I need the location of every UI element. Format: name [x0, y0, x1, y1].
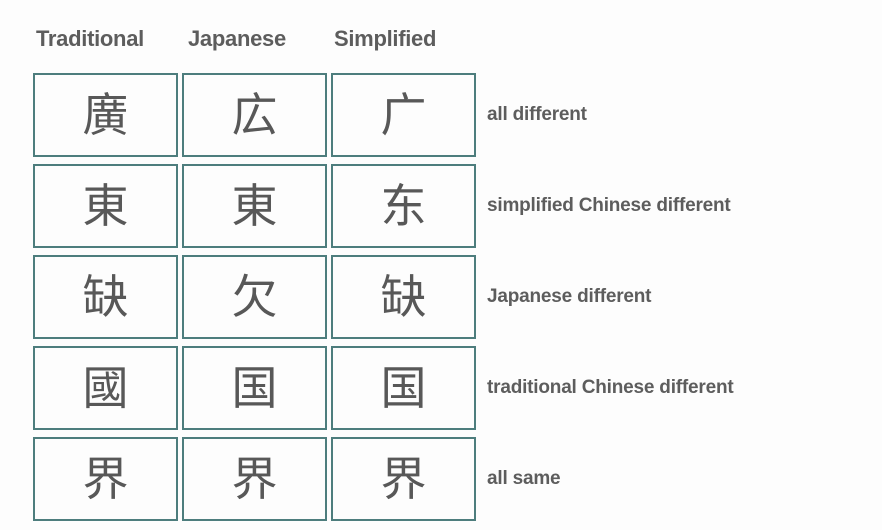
row-annotation-label: all different [487, 104, 587, 125]
character-grid: 廣 広 广 all different 東 東 东 simplified Chi… [33, 71, 734, 523]
character-glyph: 東 [82, 179, 129, 233]
row-annotation-label: Japanese different [487, 286, 652, 307]
cell-traditional: 界 [33, 437, 178, 521]
cell-simplified: 国 [331, 346, 476, 430]
table-row: 界 界 界 all same [33, 435, 734, 523]
cell-simplified: 缺 [331, 255, 476, 339]
table-row: 缺 欠 缺 Japanese different [33, 253, 734, 341]
character-glyph: 缺 [380, 270, 427, 324]
character-glyph: 東 [231, 179, 278, 233]
character-glyph: 东 [380, 179, 427, 233]
cell-japanese: 広 [182, 73, 327, 157]
cell-japanese: 東 [182, 164, 327, 248]
character-glyph: 廣 [82, 88, 129, 142]
column-headers: Traditional Japanese Simplified [36, 24, 486, 54]
table-row: 東 東 东 simplified Chinese different [33, 162, 734, 250]
cell-traditional: 廣 [33, 73, 178, 157]
character-glyph: 广 [380, 88, 427, 142]
cell-japanese: 界 [182, 437, 327, 521]
column-header-simplified: Simplified [334, 26, 437, 51]
character-glyph: 欠 [231, 270, 278, 324]
character-comparison-figure: Traditional Japanese Simplified 廣 広 广 al… [0, 0, 882, 530]
cell-japanese: 欠 [182, 255, 327, 339]
cell-traditional: 東 [33, 164, 178, 248]
character-glyph: 界 [380, 452, 427, 506]
column-header-traditional: Traditional [36, 26, 144, 51]
cell-simplified: 东 [331, 164, 476, 248]
cell-traditional: 國 [33, 346, 178, 430]
column-header-japanese: Japanese [188, 26, 286, 51]
character-glyph: 國 [82, 361, 129, 415]
row-annotation-label: all same [487, 468, 561, 489]
table-row: 國 国 国 traditional Chinese different [33, 344, 734, 432]
character-glyph: 国 [380, 361, 427, 415]
character-glyph: 界 [231, 452, 278, 506]
character-glyph: 国 [231, 361, 278, 415]
row-annotation-label: simplified Chinese different [487, 195, 731, 216]
character-glyph: 缺 [82, 270, 129, 324]
cell-simplified: 广 [331, 73, 476, 157]
cell-traditional: 缺 [33, 255, 178, 339]
row-annotation-label: traditional Chinese different [487, 377, 734, 398]
cell-japanese: 国 [182, 346, 327, 430]
character-glyph: 広 [231, 88, 278, 142]
cell-simplified: 界 [331, 437, 476, 521]
table-row: 廣 広 广 all different [33, 71, 734, 159]
character-glyph: 界 [82, 452, 129, 506]
